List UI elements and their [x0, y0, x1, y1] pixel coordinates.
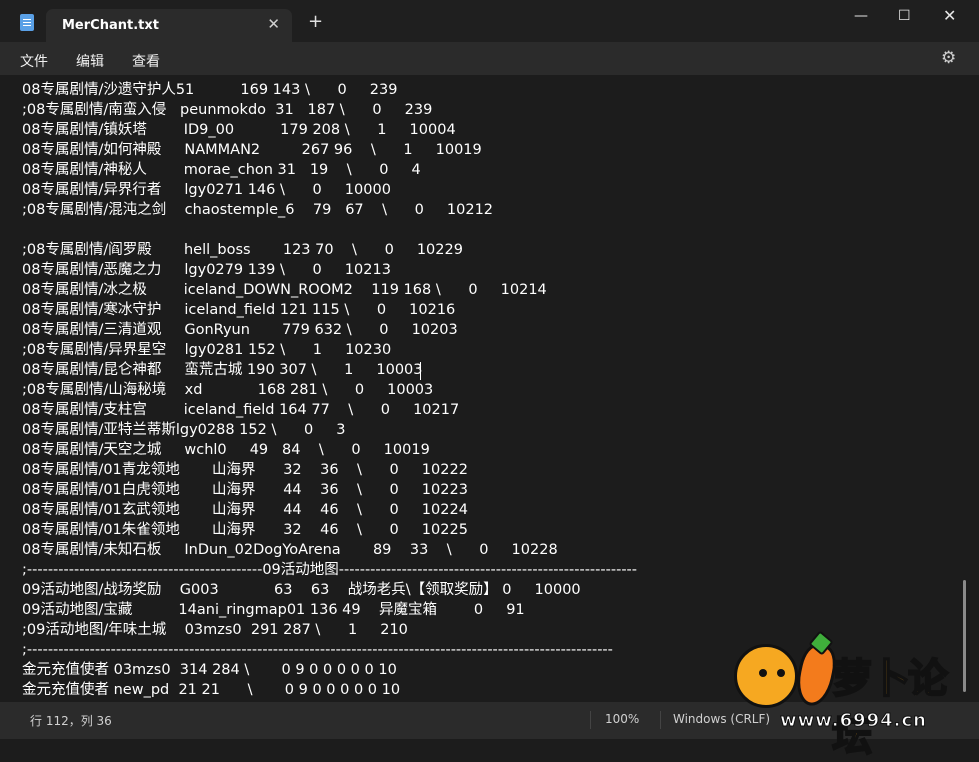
text-line: ;08专属剧情/阎罗殿 hell_boss 123 70 \ 0 10229 — [22, 242, 463, 258]
maximize-icon[interactable]: ☐ — [898, 8, 911, 24]
menu-view[interactable]: 查看 — [132, 51, 160, 71]
text-line: 金元充值使者 new_pd 21 21 \ 0 9 0 0 0 0 0 10 — [22, 682, 401, 698]
notepad-app-icon — [20, 14, 34, 31]
watermark-mascot-icon — [734, 644, 798, 708]
text-line: 08专属剧情/01朱雀领地 山海界 32 46 \ 0 10225 — [22, 522, 468, 538]
text-line: 08专属剧情/恶魔之力 lgy0279 139 \ 0 10213 — [22, 262, 391, 278]
close-window-icon[interactable]: ✕ — [943, 6, 956, 25]
text-line: 08专属剧情/天空之城 wchl0 49 84 \ 0 10019 — [22, 442, 430, 458]
text-line: ;08专属剧情/山海秘境 xd 168 281 \ 0 10003 — [22, 382, 434, 398]
title-bar: MerChant.txt ✕ + — ☐ ✕ — [0, 0, 979, 42]
close-tab-icon[interactable]: ✕ — [267, 15, 280, 33]
text-line: 08专属剧情/支柱宫 iceland_field 164 77 \ 0 1021… — [22, 402, 460, 418]
text-line: 08专属剧情/如何神殿 NAMMAN2 267 96 \ 1 10019 — [22, 142, 482, 158]
status-divider — [590, 711, 591, 729]
text-line: 09活动地图/战场奖励 G003 63 63 战场老兵\【领取奖励】 0 100… — [22, 582, 581, 598]
text-line: ;---------------------------------------… — [22, 562, 638, 578]
cursor-position: 行 112，列 36 — [30, 714, 112, 728]
menu-edit[interactable]: 编辑 — [76, 51, 104, 71]
menu-bar: 文件 编辑 查看 ⚙ — [0, 42, 979, 75]
text-line: ;08专属剧情/混沌之剑 chaostemple_6 79 67 \ 0 102… — [22, 202, 494, 218]
text-line: 08专属剧情/异界行者 lgy0271 146 \ 0 10000 — [22, 182, 391, 198]
minimize-icon[interactable]: — — [854, 8, 868, 24]
settings-gear-icon[interactable]: ⚙ — [941, 48, 956, 68]
text-line: 08专属剧情/昆仑神都 蛮荒古城 190 307 \ 1 10003 — [22, 362, 423, 378]
text-line: 08专属剧情/沙遗守护人51 169 143 \ 0 239 — [22, 82, 398, 98]
text-line: ;08专属剧情/南蛮入侵 peunmokdo 31 187 \ 0 239 — [22, 102, 433, 118]
text-line: 08专属剧情/镇妖塔 ID9_00 179 208 \ 1 10004 — [22, 122, 456, 138]
text-line: 08专属剧情/三清道观 GonRyun 779 632 \ 0 10203 — [22, 322, 458, 338]
forum-watermark-logo: 萝卜论坛 www.6994.cn — [728, 630, 973, 761]
text-caret — [420, 362, 421, 380]
text-line: ;09活动地图/年味土城 03mzs0 291 287 \ 1 210 — [22, 622, 408, 638]
text-line: 08专属剧情/01青龙领地 山海界 32 36 \ 0 10222 — [22, 462, 468, 478]
text-line: ;08专属剧情/异界星空 lgy0281 152 \ 1 10230 — [22, 342, 392, 358]
notepad-window: MerChant.txt ✕ + — ☐ ✕ 文件 编辑 查看 ⚙ 08专属剧情… — [0, 0, 979, 761]
text-line: 08专属剧情/01白虎领地 山海界 44 36 \ 0 10223 — [22, 482, 468, 498]
text-line: 金元充值使者 03mzs0 314 284 \ 0 9 0 0 0 0 0 10 — [22, 662, 397, 678]
text-line: 08专属剧情/01玄武领地 山海界 44 46 \ 0 10224 — [22, 502, 468, 518]
text-line: 08专属剧情/神秘人 morae_chon 31 19 \ 0 4 — [22, 162, 421, 178]
text-line: 08专属剧情/冰之极 iceland_DOWN_ROOM2 119 168 \ … — [22, 282, 547, 298]
watermark-title: 萝卜论坛 — [831, 655, 949, 761]
text-line: 08专属剧情/未知石板 InDun_02DogYoArena 89 33 \ 0… — [22, 542, 558, 558]
text-line: 09活动地图/宝藏 14ani_ringmap01 136 49 异魔宝箱 0 … — [22, 602, 525, 618]
text-editor-area[interactable]: 08专属剧情/沙遗守护人51 169 143 \ 0 239 ;08专属剧情/南… — [0, 75, 979, 702]
zoom-level: 100% — [605, 712, 640, 726]
watermark-url: www.6994.cn — [780, 710, 927, 732]
tab-title: MerChant.txt — [62, 18, 159, 33]
text-line: ;---------------------------------------… — [22, 642, 613, 658]
text-line: 08专属剧情/寒冰守护 iceland_field 121 115 \ 0 10… — [22, 302, 456, 318]
file-tab[interactable]: MerChant.txt ✕ — [46, 9, 292, 42]
new-tab-plus-icon[interactable]: + — [308, 13, 323, 31]
menu-file[interactable]: 文件 — [20, 51, 48, 71]
text-line: 08专属剧情/亚特兰蒂斯lgy0288 152 \ 0 3 — [22, 422, 346, 438]
status-divider — [660, 711, 661, 729]
